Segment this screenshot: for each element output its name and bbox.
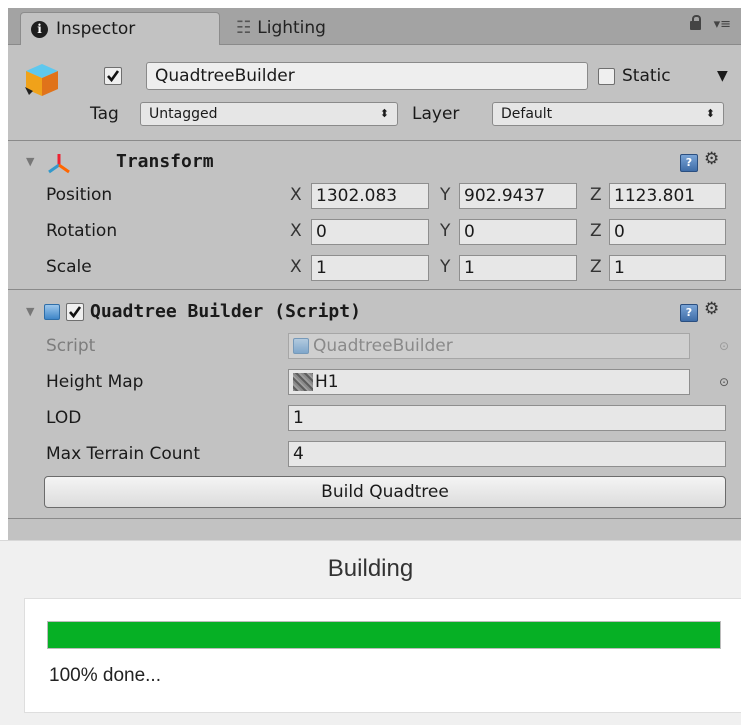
tag-label: Tag — [90, 104, 119, 124]
y-axis-label: Y — [440, 221, 451, 241]
position-z-input[interactable]: 1123.801 — [609, 183, 726, 209]
gear-icon[interactable]: ⚙ — [704, 149, 719, 169]
height-map-field[interactable]: H1 — [288, 369, 690, 395]
transform-axes-icon — [48, 154, 70, 174]
position-label: Position — [46, 185, 113, 205]
tab-bar: i Inspector ☷ Lighting ▾≡ — [8, 8, 741, 45]
position-x-input[interactable]: 1302.083 — [311, 183, 429, 209]
rotation-y-input[interactable]: 0 — [459, 219, 577, 245]
tab-lighting[interactable]: ☷ Lighting — [230, 12, 326, 44]
x-axis-label: X — [290, 221, 302, 241]
layer-dropdown[interactable]: Default ⬍ — [492, 102, 724, 126]
lighting-icon: ☷ — [236, 18, 252, 38]
x-axis-label: X — [290, 257, 302, 277]
lock-icon[interactable] — [690, 15, 701, 30]
build-quadtree-button[interactable]: Build Quadtree — [44, 476, 726, 508]
position-y-input[interactable]: 902.9437 — [459, 183, 577, 209]
lod-label: LOD — [46, 408, 82, 428]
dialog-title: Building — [327, 555, 414, 582]
tag-value: Untagged — [149, 106, 218, 122]
help-icon[interactable]: ? — [680, 304, 698, 322]
object-picker-icon: ⊙ — [718, 339, 729, 353]
progress-status-text: 100% done... — [49, 665, 161, 686]
rotation-z-input[interactable]: 0 — [609, 219, 726, 245]
progress-dialog: Building 100% done... — [0, 540, 741, 725]
gameobject-cube-icon — [25, 64, 58, 96]
lod-input[interactable]: 1 — [288, 405, 726, 431]
max-terrain-count-label: Max Terrain Count — [46, 444, 200, 464]
transform-title: Transform — [116, 151, 214, 172]
y-axis-label: Y — [440, 185, 451, 205]
progress-bar — [47, 621, 721, 649]
object-name-input[interactable]: QuadtreeBuilder — [146, 62, 588, 90]
script-component-icon — [44, 304, 60, 320]
scale-z-input[interactable]: 1 — [609, 255, 726, 281]
scale-x-input[interactable]: 1 — [311, 255, 429, 281]
info-icon: i — [31, 20, 48, 38]
object-picker-icon[interactable]: ⊙ — [719, 370, 729, 394]
height-map-value: H1 — [315, 372, 339, 392]
layer-value: Default — [501, 106, 553, 122]
rotation-label: Rotation — [46, 221, 118, 241]
inspector-panel: i Inspector ☷ Lighting ▾≡ QuadtreeBuilde… — [8, 8, 741, 540]
tab-lighting-label: Lighting — [257, 18, 326, 38]
script-field: QuadtreeBuilder — [288, 333, 690, 359]
static-label: Static — [622, 66, 671, 86]
static-dropdown-arrow-icon[interactable]: ▼ — [717, 64, 728, 88]
script-value: QuadtreeBuilder — [313, 336, 453, 356]
divider — [8, 140, 741, 141]
script-label: Script — [46, 336, 96, 356]
help-icon[interactable]: ? — [680, 154, 698, 172]
updown-arrow-icon: ⬍ — [379, 107, 389, 120]
foldout-arrow-icon[interactable]: ▼ — [26, 305, 34, 318]
tag-dropdown[interactable]: Untagged ⬍ — [140, 102, 398, 126]
component-enabled-checkbox[interactable] — [66, 303, 84, 321]
transform-header[interactable]: ▼ Transform ? ⚙ — [8, 146, 741, 178]
tab-inspector-label: Inspector — [56, 19, 136, 39]
divider — [8, 518, 741, 519]
z-axis-label: Z — [590, 185, 602, 205]
script-asset-icon — [293, 338, 309, 354]
x-axis-label: X — [290, 185, 302, 205]
texture-thumbnail-icon — [293, 373, 313, 391]
updown-arrow-icon: ⬍ — [705, 107, 715, 120]
static-checkbox[interactable] — [598, 68, 615, 85]
scale-label: Scale — [46, 257, 92, 277]
tab-inspector[interactable]: i Inspector — [20, 12, 220, 45]
active-checkbox[interactable] — [104, 67, 122, 85]
gear-icon[interactable]: ⚙ — [704, 299, 719, 319]
quadtree-builder-header[interactable]: ▼ Quadtree Builder (Script) ? ⚙ — [8, 296, 741, 328]
scale-y-input[interactable]: 1 — [459, 255, 577, 281]
foldout-arrow-icon[interactable]: ▼ — [26, 155, 34, 168]
quadtree-builder-title: Quadtree Builder (Script) — [90, 301, 361, 322]
z-axis-label: Z — [590, 257, 602, 277]
layer-label: Layer — [412, 104, 460, 124]
progress-bar-fill — [48, 622, 720, 648]
max-terrain-count-input[interactable]: 4 — [288, 441, 726, 467]
tab-menu-icon[interactable]: ▾≡ — [714, 17, 731, 32]
rotation-x-input[interactable]: 0 — [311, 219, 429, 245]
checkmark-icon — [107, 70, 120, 83]
divider — [8, 289, 741, 290]
z-axis-label: Z — [590, 221, 602, 241]
progress-area: 100% done... — [24, 598, 741, 713]
height-map-label: Height Map — [46, 372, 144, 392]
y-axis-label: Y — [440, 257, 451, 277]
checkmark-icon — [69, 306, 82, 319]
